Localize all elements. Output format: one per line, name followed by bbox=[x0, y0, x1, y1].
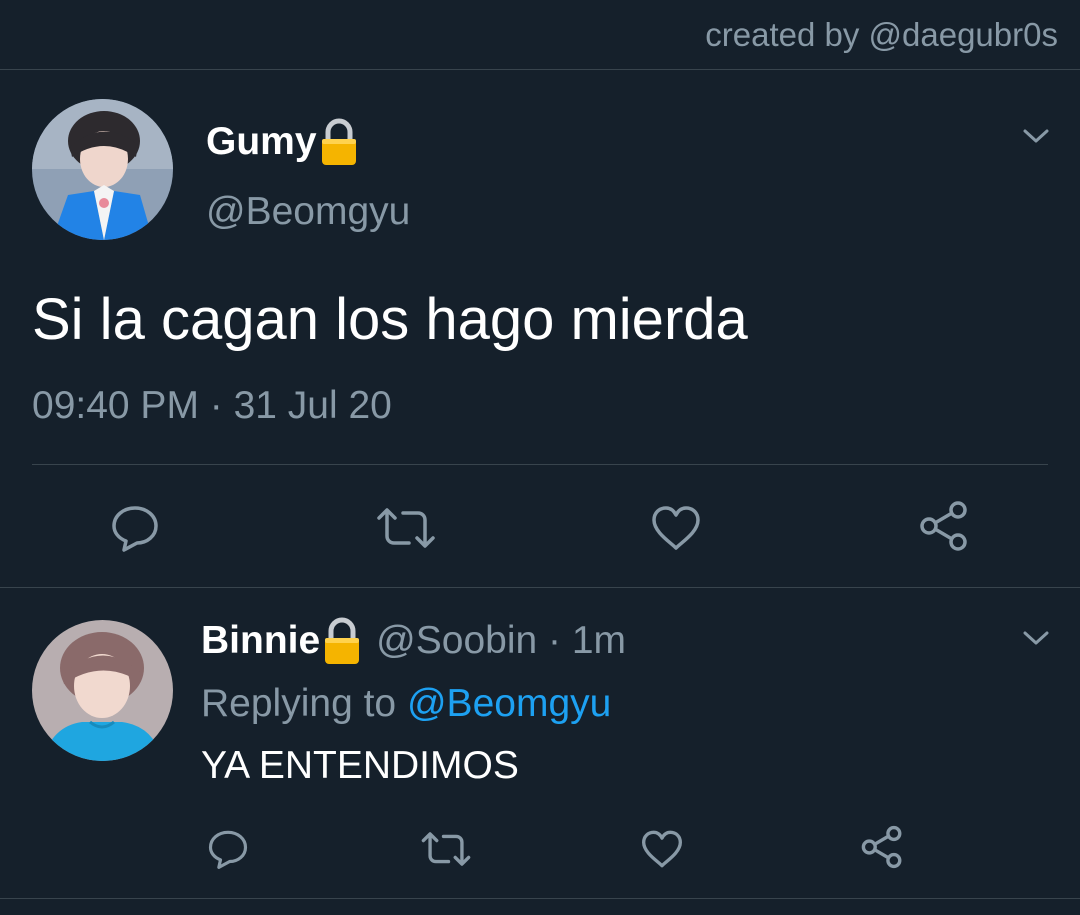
timestamp[interactable]: 09:40 PM · 31 Jul 20 bbox=[32, 384, 392, 428]
retweet-icon[interactable] bbox=[418, 825, 474, 873]
credit-text: created by @daegubr0s bbox=[705, 16, 1058, 53]
like-icon[interactable] bbox=[638, 825, 686, 873]
share-icon[interactable] bbox=[858, 823, 906, 871]
replying-to: Replying to @Beomgyu bbox=[201, 682, 611, 726]
lock-icon bbox=[322, 617, 362, 665]
share-icon[interactable] bbox=[916, 498, 972, 554]
avatar[interactable] bbox=[32, 99, 173, 240]
divider bbox=[0, 69, 1080, 70]
retweet-icon[interactable] bbox=[374, 500, 438, 556]
display-name[interactable]: Binnie @Soobin · 1m bbox=[201, 617, 626, 665]
handle-meta[interactable]: @Soobin · 1m bbox=[376, 619, 626, 663]
divider bbox=[32, 464, 1048, 465]
like-icon[interactable] bbox=[648, 500, 704, 556]
display-name-text: Binnie bbox=[201, 619, 321, 662]
reply-icon[interactable] bbox=[107, 500, 163, 556]
chevron-down-icon[interactable] bbox=[1020, 120, 1052, 152]
handle[interactable]: @Beomgyu bbox=[206, 190, 410, 234]
divider bbox=[0, 587, 1080, 588]
reply-text: YA ENTENDIMOS bbox=[201, 744, 519, 787]
lock-icon bbox=[319, 118, 359, 166]
display-name-text: Gumy bbox=[206, 120, 317, 163]
replying-prefix: Replying to bbox=[201, 682, 397, 725]
display-name[interactable]: Gumy bbox=[206, 118, 359, 166]
reply-icon[interactable] bbox=[204, 825, 252, 873]
avatar[interactable] bbox=[32, 620, 173, 761]
chevron-down-icon[interactable] bbox=[1020, 622, 1052, 654]
divider bbox=[0, 898, 1080, 899]
tweet-text: Si la cagan los hago mierda bbox=[32, 287, 748, 352]
mention-link[interactable]: @Beomgyu bbox=[407, 682, 611, 725]
